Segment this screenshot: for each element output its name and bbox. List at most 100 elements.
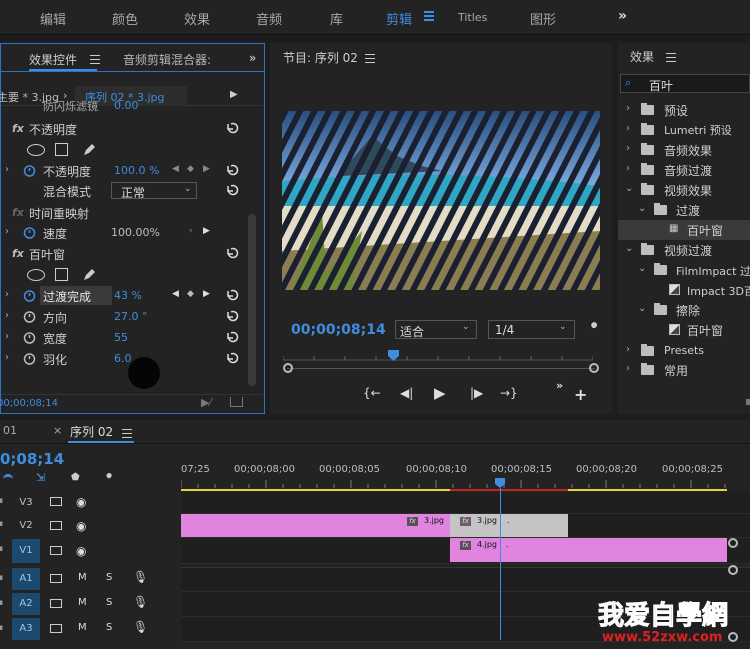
panel-menu-icon[interactable] <box>90 55 100 67</box>
tree-item[interactable]: ⌄ 视频效果 <box>618 180 750 200</box>
more-workspaces-button[interactable]: » <box>618 8 627 24</box>
reset-icon[interactable] <box>225 246 239 260</box>
tree-item[interactable]: ⌄ 视频过渡 <box>618 240 750 260</box>
play-icon[interactable]: ▶ <box>434 384 446 402</box>
stopwatch-icon[interactable] <box>23 226 36 239</box>
workspace-library[interactable]: 库 <box>330 9 343 28</box>
ellipse-mask-icon[interactable] <box>27 269 45 281</box>
snap-icon[interactable] <box>3 474 13 482</box>
track-lane-v3[interactable] <box>181 492 750 514</box>
next-keyframe-icon[interactable]: ▶ <box>203 164 210 174</box>
track-lane-v2[interactable]: fx 3.jpg fx 3.jpg . <box>181 514 750 538</box>
fx-icon[interactable]: fx <box>12 247 24 260</box>
panel-menu-icon[interactable] <box>365 54 375 66</box>
reset-icon[interactable] <box>225 288 239 302</box>
reset-icon[interactable] <box>225 330 239 344</box>
anti-flicker-value[interactable]: 0.00 <box>114 99 139 112</box>
more-tabs-icon[interactable]: » <box>249 51 256 65</box>
solo-button[interactable]: S <box>106 597 112 608</box>
tree-item[interactable]: 百叶窗 <box>618 320 750 340</box>
wrench-icon[interactable] <box>102 472 116 486</box>
blend-mode-select[interactable]: 正常 ⌄ <box>111 182 197 200</box>
workspace-menu-icon[interactable] <box>424 11 434 23</box>
sync-lock-icon[interactable] <box>50 497 62 506</box>
workspace-clip-editing[interactable]: 剪辑 <box>386 9 412 28</box>
step-forward-icon[interactable]: |▶ <box>470 386 483 400</box>
effects-panel-title[interactable]: 效果 <box>630 48 654 65</box>
track-lane-a1[interactable] <box>181 567 750 592</box>
stopwatch-icon[interactable] <box>23 289 36 302</box>
tree-item[interactable]: › 音频过渡 <box>618 160 750 180</box>
stopwatch-icon[interactable] <box>23 331 36 344</box>
eye-icon[interactable]: ◉ <box>76 519 86 533</box>
rectangle-mask-icon[interactable] <box>55 143 68 156</box>
zoom-scroll-bar[interactable] <box>287 368 595 369</box>
scroll-handle[interactable] <box>728 538 738 548</box>
workspace-effects[interactable]: 效果 <box>184 9 210 28</box>
microphone-icon[interactable]: 🎙 <box>133 595 148 609</box>
expand-triangle-icon[interactable]: › <box>5 352 9 363</box>
workspace-color[interactable]: 颜色 <box>112 9 138 28</box>
sync-lock-icon[interactable] <box>50 521 62 530</box>
time-remap-row[interactable]: fx 时间重映射 <box>1 203 263 223</box>
add-keyframe-icon[interactable]: ◆ <box>187 164 194 174</box>
track-target-a2[interactable]: A2 <box>12 593 40 615</box>
venetian-effect-row[interactable]: fx 百叶窗 <box>1 244 263 264</box>
expand-triangle-icon[interactable]: › <box>5 331 9 342</box>
workspace-graphics[interactable]: 图形 <box>530 9 556 28</box>
sync-lock-icon[interactable] <box>50 599 62 608</box>
reset-icon[interactable] <box>225 163 239 177</box>
tree-item[interactable]: › 常用 <box>618 360 750 380</box>
next-keyframe-icon[interactable]: ▶ <box>203 289 210 299</box>
clip-v2-3jpg[interactable]: fx 3.jpg <box>181 514 450 537</box>
track-target-v1[interactable]: V1 <box>12 539 40 563</box>
close-tab-icon[interactable]: × <box>53 424 62 437</box>
tree-item[interactable]: Impact 3D百 <box>618 280 750 300</box>
program-timecode[interactable]: 00;00;08;14 <box>291 322 386 338</box>
lock-icon[interactable]: ▪ <box>0 544 3 554</box>
mute-button[interactable]: M <box>78 597 87 608</box>
time-ruler[interactable] <box>283 350 593 364</box>
add-marker-icon[interactable]: ⬟ <box>71 472 80 483</box>
sync-lock-icon[interactable] <box>50 546 62 555</box>
tree-item[interactable]: ⌄ 过渡 <box>618 200 750 220</box>
mute-button[interactable]: M <box>78 572 87 583</box>
panel-menu-icon[interactable] <box>666 53 676 65</box>
tab-sequence-02[interactable]: 序列 02 <box>70 423 113 440</box>
expand-triangle-icon[interactable]: › <box>5 164 9 175</box>
panel-menu-icon[interactable] <box>122 429 132 441</box>
tree-item[interactable]: › 预设 <box>618 100 750 120</box>
zoom-handle-right[interactable] <box>589 363 599 373</box>
eye-icon[interactable]: ◉ <box>76 544 86 558</box>
lock-icon[interactable]: ▪ <box>0 623 3 633</box>
track-lane-v1[interactable]: fx 4.jpg . <box>181 538 750 564</box>
fx-icon[interactable]: fx <box>12 122 24 135</box>
tab-effect-controls[interactable]: 效果控件 <box>29 51 77 68</box>
prev-keyframe-icon[interactable]: ◀ <box>172 164 179 174</box>
resolution-select[interactable]: 1/4 ⌄ <box>488 320 575 339</box>
lock-icon[interactable]: ▪ <box>0 573 3 583</box>
direction-value[interactable]: 27.0 ° <box>114 310 148 323</box>
scroll-handle[interactable] <box>728 565 738 575</box>
lock-icon[interactable]: ▪ <box>0 598 3 608</box>
panel-resize-handle[interactable] <box>746 399 750 405</box>
effect-controls-timecode[interactable]: 00;00;08;14 <box>0 398 58 409</box>
mute-button[interactable]: M <box>78 622 87 633</box>
tree-item[interactable]: ⌄ 擦除 <box>618 300 750 320</box>
linked-selection-icon[interactable]: ⇲ <box>36 471 45 484</box>
lock-icon[interactable]: ▪ <box>0 496 3 506</box>
microphone-icon[interactable]: 🎙 <box>133 620 148 634</box>
export-frame-icon[interactable] <box>230 397 243 407</box>
add-keyframe-icon[interactable]: ◆ <box>187 289 194 299</box>
prev-keyframe-icon[interactable]: ◀ <box>172 289 179 299</box>
program-monitor-title[interactable]: 节目: 序列 02 <box>283 49 358 66</box>
program-video-frame[interactable] <box>282 111 600 290</box>
clip-v1-4jpg[interactable]: fx 4.jpg . <box>450 538 727 562</box>
expand-triangle-icon[interactable]: › <box>5 310 9 321</box>
tree-item[interactable]: › Presets <box>618 341 750 361</box>
workspace-titles[interactable]: Titles <box>458 11 487 24</box>
ellipse-mask-icon[interactable] <box>27 144 45 156</box>
zoom-fit-select[interactable]: 适合 ⌄ <box>395 320 477 339</box>
eye-icon[interactable]: ◉ <box>76 495 86 509</box>
microphone-icon[interactable]: 🎙 <box>133 570 148 584</box>
